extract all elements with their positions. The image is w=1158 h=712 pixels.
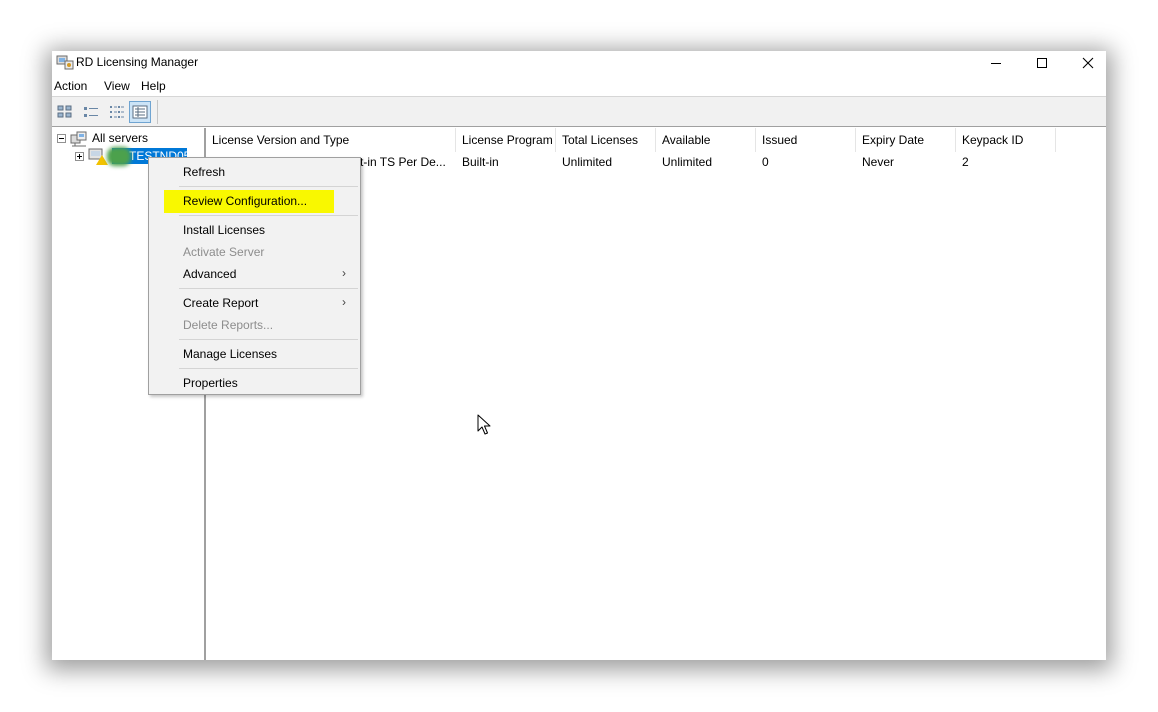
menu-item-delete-reports: Delete Reports... [183, 318, 274, 332]
cell-keypack-id: 2 [962, 155, 969, 169]
toolbar-divider [157, 100, 158, 124]
cell-license-program: Built-in [462, 155, 499, 169]
menu-separator [179, 339, 358, 340]
menu-separator [179, 186, 358, 187]
expand-server-toggle[interactable] [75, 152, 84, 161]
cell-total-licenses: Unlimited [562, 155, 613, 169]
menu-separator [179, 288, 358, 289]
view-small-icons-button[interactable] [80, 101, 102, 123]
cell-expiry-date: Never [862, 155, 895, 169]
menu-item-review-configuration[interactable]: Review Configuration... [183, 194, 307, 208]
menu-view[interactable]: View [104, 79, 130, 93]
menu-item-manage-licenses[interactable]: Manage Licenses [183, 347, 277, 361]
server-group-icon [70, 131, 87, 147]
menu-separator [179, 215, 358, 216]
small-icons-icon [84, 107, 98, 117]
maximize-button[interactable] [1019, 51, 1065, 74]
collapse-all-servers-toggle[interactable] [57, 134, 66, 143]
column-header-license-program[interactable]: License Program [456, 128, 556, 152]
column-header-keypack-id[interactable]: Keypack ID [956, 128, 1056, 152]
toolbar [52, 97, 1106, 127]
maximize-icon [1037, 57, 1047, 68]
context-menu: Refresh Review Configuration... Install … [148, 157, 361, 395]
menu-item-refresh[interactable]: Refresh [183, 165, 225, 179]
menu-item-advanced[interactable]: Advanced [183, 267, 236, 281]
submenu-arrow-icon: › [342, 295, 346, 309]
minimize-button[interactable] [973, 51, 1019, 74]
view-details-button[interactable] [129, 101, 151, 123]
app-icon [56, 54, 74, 70]
menu-bar: Action View Help [52, 75, 1106, 96]
mouse-pointer-icon [477, 414, 491, 435]
column-header-total-licenses[interactable]: Total Licenses [556, 128, 656, 152]
tree-item-all-servers[interactable]: All servers [92, 131, 148, 145]
details-view-icon [132, 105, 148, 119]
submenu-arrow-icon: › [342, 266, 346, 280]
menu-item-activate-server: Activate Server [183, 245, 265, 259]
cell-available: Unlimited [662, 155, 713, 169]
large-icons-icon [57, 105, 72, 118]
column-header-expiry-date[interactable]: Expiry Date [856, 128, 956, 152]
window-title: RD Licensing Manager [76, 55, 199, 69]
list-view-icon [110, 106, 124, 118]
column-header-issued[interactable]: Issued [756, 128, 856, 152]
view-list-button[interactable] [106, 101, 128, 123]
menu-item-install-licenses[interactable]: Install Licenses [183, 223, 265, 237]
cell-license-version: uilt-in TS Per De... [348, 155, 446, 169]
column-header-available[interactable]: Available [656, 128, 756, 152]
menu-item-properties[interactable]: Properties [183, 376, 238, 390]
close-icon [1082, 57, 1094, 68]
close-button[interactable] [1065, 51, 1111, 74]
menu-separator [179, 368, 358, 369]
minimize-icon [991, 62, 1001, 64]
title-bar[interactable]: RD Licensing Manager [52, 51, 1106, 74]
menu-help[interactable]: Help [141, 79, 166, 93]
menu-action[interactable]: Action [54, 79, 87, 93]
view-large-icons-button[interactable] [54, 101, 76, 123]
menu-item-create-report[interactable]: Create Report [183, 296, 258, 310]
column-header-license-version[interactable]: License Version and Type [206, 128, 456, 152]
cell-issued: 0 [762, 155, 769, 169]
redacted-server-icon [107, 147, 131, 166]
